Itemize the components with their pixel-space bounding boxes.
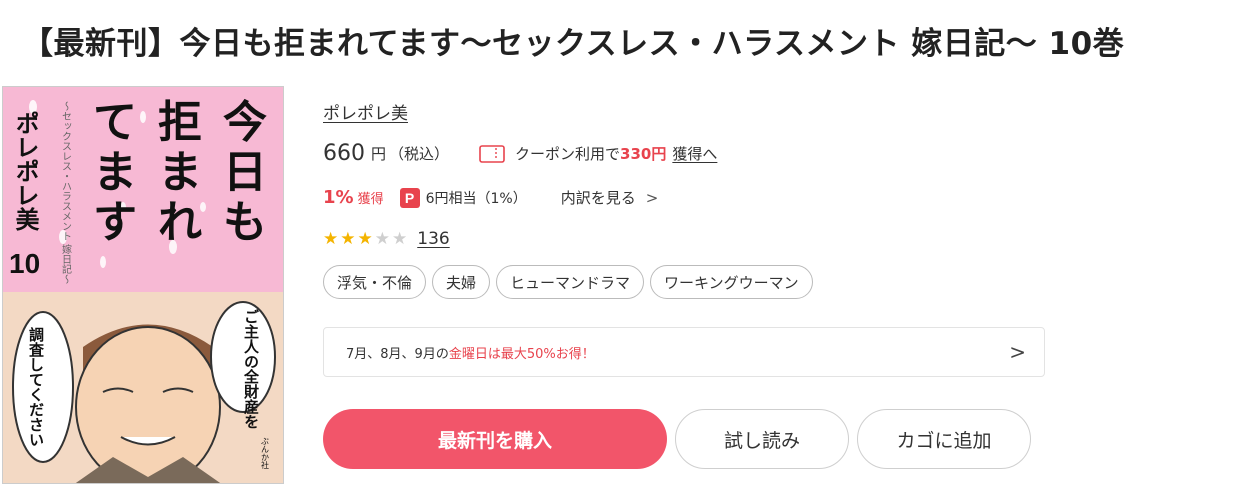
- author-link[interactable]: ポレポレ美: [323, 99, 408, 124]
- buy-latest-button[interactable]: 最新刊を購入: [323, 409, 667, 469]
- cover-volume: 10: [9, 248, 40, 279]
- price-tax: （税込）: [389, 145, 450, 163]
- chevron-right-icon: >: [1009, 340, 1026, 364]
- point-unit: 獲得: [357, 192, 384, 207]
- cover-title-char: も: [223, 197, 267, 248]
- add-to-cart-button[interactable]: カゴに追加: [857, 409, 1031, 469]
- cover-author: ポレポレ美: [11, 111, 39, 231]
- cover-bubble-left: 調査してください: [27, 326, 45, 447]
- review-count-link[interactable]: 136: [417, 229, 449, 249]
- tag-chip[interactable]: 浮気・不倫: [323, 265, 427, 299]
- price-row: 660 円 （税込） クーポン利用で 330円 獲得へ: [323, 141, 717, 166]
- page-title: 【最新刊】今日も拒まれてます〜セックスレス・ハラスメント 嫁日記〜 10巻: [22, 26, 1125, 62]
- star-icon: ★: [323, 228, 339, 249]
- cover-title-char: て: [93, 97, 137, 148]
- cover-title-char: 今: [223, 97, 267, 148]
- cover-title-char: ま: [158, 147, 202, 198]
- point-breakdown-link[interactable]: 内訳を見る: [561, 187, 636, 208]
- paypay-icon: P: [399, 187, 420, 208]
- paypay-points-text: 6円相当（1%）: [425, 190, 527, 207]
- star-icon: ★: [357, 228, 373, 249]
- cover-publisher: ぶんか社: [261, 437, 270, 470]
- coupon-get-link[interactable]: 獲得へ: [672, 143, 717, 164]
- cover-bubble-right: ご主人の全財産を: [242, 308, 260, 429]
- cover-title-char: 日: [223, 147, 267, 198]
- point-rate: 1%: [323, 187, 354, 208]
- action-buttons: 最新刊を購入 試し読み カゴに追加: [323, 409, 1031, 469]
- cover-title-char: す: [93, 197, 137, 248]
- cover-title-char: 拒: [158, 97, 202, 148]
- campaign-text: 7月、8月、9月の: [346, 346, 449, 362]
- campaign-highlight: 金曜日は最大50%お得！: [448, 346, 595, 362]
- star-icon: ★: [392, 228, 408, 249]
- price-amount: 660: [323, 141, 365, 166]
- coupon-amount: 330円: [620, 145, 667, 163]
- coupon-text: クーポン利用で: [515, 145, 621, 163]
- genre-tags: 浮気・不倫 夫婦 ヒューマンドラマ ワーキングウーマン: [323, 265, 813, 299]
- book-cover-image[interactable]: 今 日 も 拒 ま れ て ま す 〜セックスレス・ハラスメント 嫁日記〜 ポレ…: [2, 86, 284, 484]
- point-row: 1% 獲得 P 6円相当（1%） 内訳を見る >: [323, 187, 658, 208]
- trial-read-button[interactable]: 試し読み: [675, 409, 849, 469]
- star-icon: ★: [340, 228, 356, 249]
- cover-title-char: れ: [158, 197, 202, 248]
- star-icon: ★: [374, 228, 390, 249]
- cover-title-char: ま: [93, 147, 137, 198]
- tag-chip[interactable]: ワーキングウーマン: [650, 265, 813, 299]
- star-rating: ★ ★ ★ ★ ★: [323, 228, 408, 249]
- coupon-icon: [479, 144, 505, 163]
- campaign-banner[interactable]: 7月、8月、9月の 金曜日は最大50%お得！ >: [323, 327, 1045, 377]
- price-unit: 円: [371, 145, 387, 163]
- tag-chip[interactable]: 夫婦: [432, 265, 491, 299]
- tag-chip[interactable]: ヒューマンドラマ: [496, 265, 645, 299]
- rating-row: ★ ★ ★ ★ ★ 136: [323, 229, 450, 249]
- cover-subtitle: 〜セックスレス・ハラスメント 嫁日記〜: [60, 101, 72, 284]
- chevron-right-icon[interactable]: >: [646, 189, 659, 207]
